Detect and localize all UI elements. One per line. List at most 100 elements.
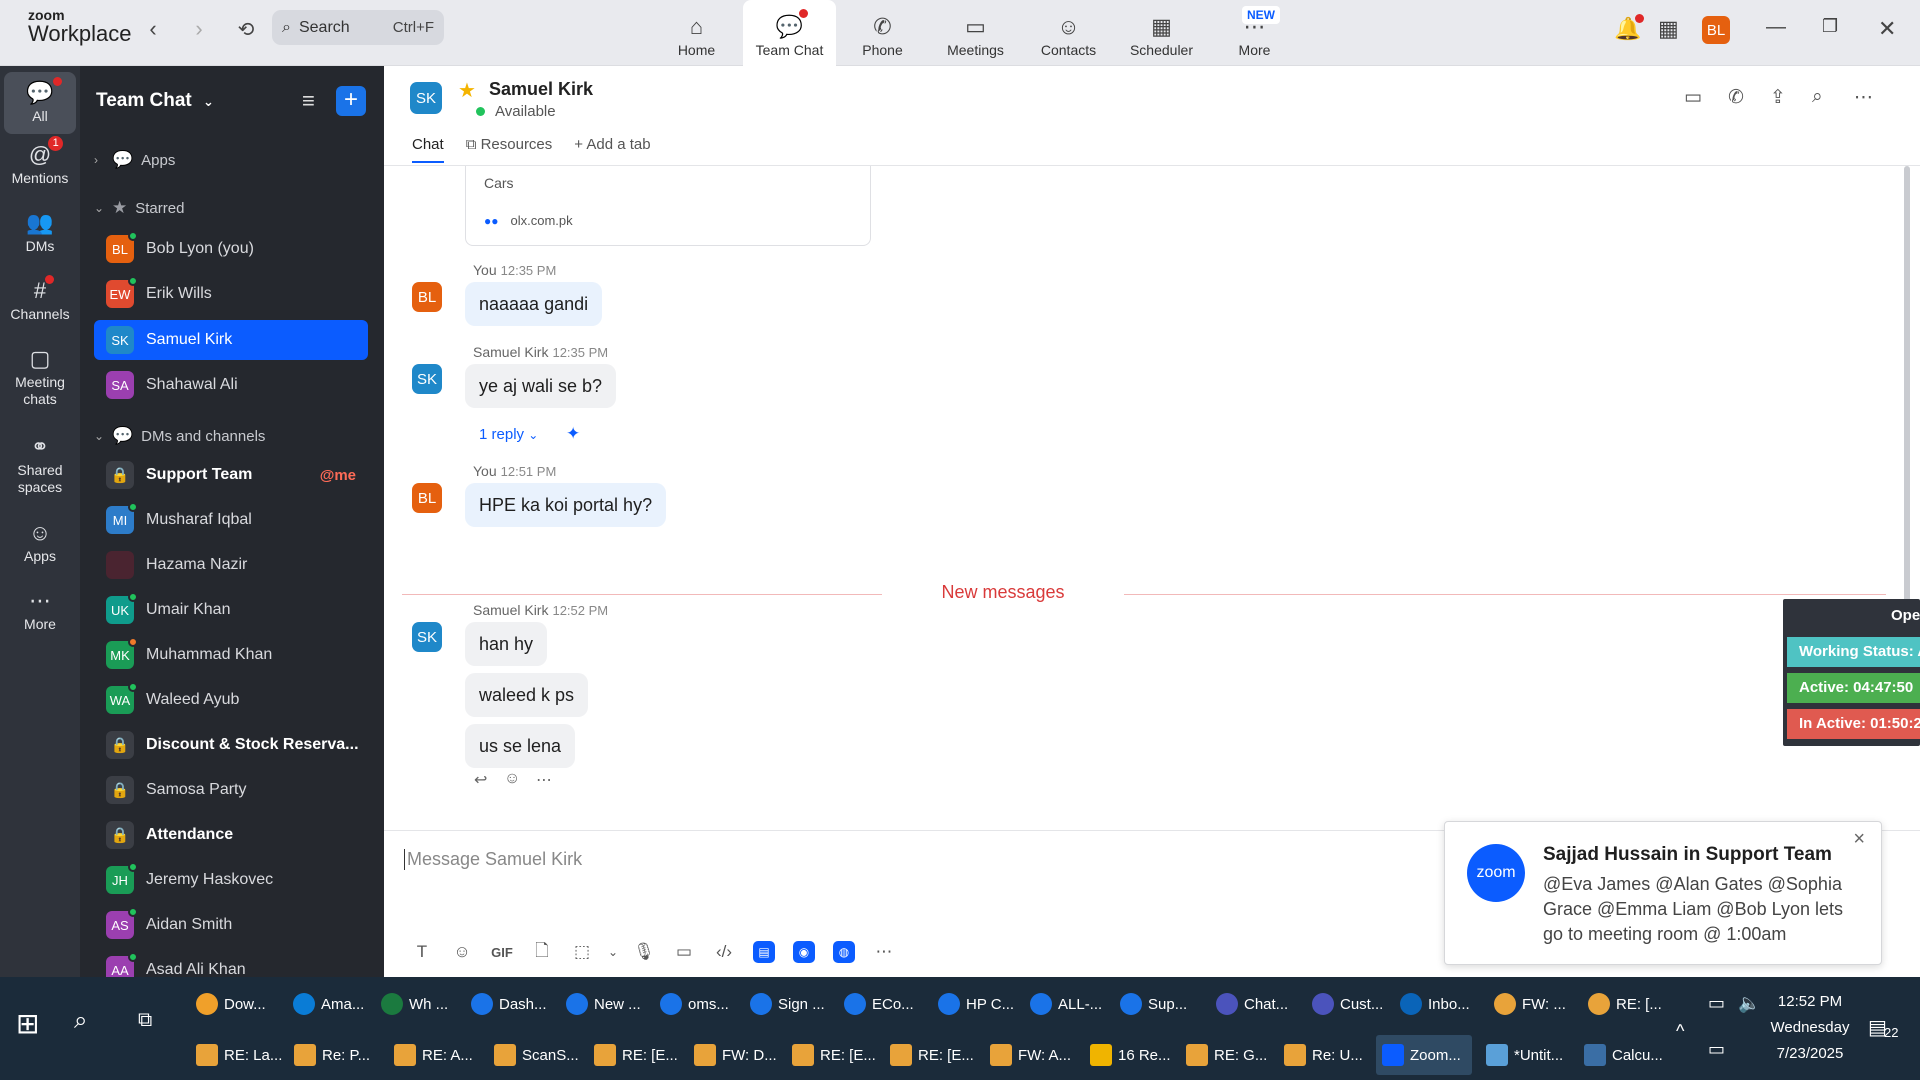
taskbar-app[interactable]: Calcu... (1578, 1035, 1674, 1075)
taskbar-app[interactable]: FW: A... (984, 1035, 1080, 1075)
message-bubble[interactable]: HPE ka koi portal hy? (465, 483, 667, 527)
minimize-icon[interactable]: — (1766, 16, 1786, 39)
rail-meeting-chats[interactable]: ▢ Meeting chats (4, 344, 76, 408)
forward-arrow-icon[interactable]: › (184, 14, 214, 44)
search-icon[interactable]: ⌕ (1812, 86, 1823, 108)
section-starred[interactable]: ⌄ ★ Starred (94, 198, 184, 218)
thread-reply-link[interactable]: 1 reply ⌄ (479, 426, 538, 443)
text-format-icon[interactable]: T (402, 939, 442, 965)
taskbar-app[interactable]: Zoom... (1376, 1035, 1472, 1075)
taskbar-app[interactable]: ScanS... (488, 1035, 584, 1075)
notification-toast[interactable]: zoom Sajjad Hussain in Support Team @Eva… (1444, 821, 1882, 965)
user-avatar[interactable]: BL (1702, 16, 1730, 44)
app-icon-1[interactable]: ▤ (744, 939, 784, 965)
close-icon[interactable]: ✕ (1878, 16, 1896, 42)
sidebar-item-muhammad-khan[interactable]: MK Muhammad Khan (94, 635, 368, 675)
back-arrow-icon[interactable]: ‹ (138, 14, 168, 44)
sidebar-item-erik-wills[interactable]: EW Erik Wills (94, 274, 368, 314)
notification-center-icon[interactable]: ▤ 22 (1868, 1015, 1898, 1040)
tab-meetings[interactable]: ▭ Meetings (929, 0, 1022, 66)
taskbar-app[interactable]: Re: U... (1278, 1035, 1374, 1075)
file-icon[interactable]: 🗋 (522, 939, 562, 965)
sidebar-item-shahawal-ali[interactable]: SA Shahawal Ali (94, 365, 368, 405)
message-input[interactable]: Message Samuel Kirk (404, 849, 582, 870)
more-actions-icon[interactable]: ⋯ (536, 770, 552, 790)
taskbar-app[interactable]: Sup... (1114, 984, 1206, 1024)
app-icon-3[interactable]: ◍ (824, 939, 864, 965)
search-icon[interactable]: ⌕ (74, 1007, 87, 1035)
tab-phone[interactable]: ✆ Phone (836, 0, 929, 66)
chevron-down-icon[interactable]: ⌄ (602, 939, 624, 965)
restore-icon[interactable]: ❐ (1822, 16, 1838, 37)
link-preview-card[interactable]: Cars ●● olx.com.pk (465, 166, 871, 246)
sidebar-item-hazama-nazir[interactable]: Hazama Nazir (94, 545, 368, 585)
more-options-icon[interactable]: ⋯ (1854, 86, 1873, 109)
screenshot-icon[interactable]: ⬚ (562, 939, 602, 965)
taskbar-app[interactable]: RE: [... (1582, 984, 1674, 1024)
taskbar-app[interactable]: ECo... (838, 984, 930, 1024)
sidebar-item-aidan-smith[interactable]: AS Aidan Smith (94, 905, 368, 945)
ai-sparkle-icon[interactable]: ✦ (566, 424, 580, 444)
taskbar-app[interactable]: Sign ... (744, 984, 836, 1024)
sidebar-item-attendance[interactable]: 🔒 Attendance (94, 815, 368, 855)
sidebar-item-umair-khan[interactable]: UK Umair Khan (94, 590, 368, 630)
taskbar-app[interactable]: oms... (654, 984, 746, 1024)
network-icon[interactable]: ▭ (1708, 1039, 1725, 1060)
taskbar-app[interactable]: HP C... (932, 984, 1024, 1024)
message-bubble[interactable]: han hy (465, 622, 548, 666)
sidebar-item-bob-lyon[interactable]: BL Bob Lyon (you) (94, 229, 368, 269)
phone-icon[interactable]: ✆ (1728, 86, 1744, 109)
notification-bell-icon[interactable]: 🔔 (1614, 14, 1645, 42)
taskbar-app[interactable]: Dash... (465, 984, 557, 1024)
message-bubble[interactable]: waleed k ps (465, 673, 589, 717)
task-view-icon[interactable]: ⧉ (138, 1009, 152, 1032)
taskbar-app[interactable]: FW: D... (688, 1035, 784, 1075)
app-icon-2[interactable]: ◉ (784, 939, 824, 965)
message-bubble[interactable]: ye aj wali se b? (465, 364, 617, 408)
taskbar-app[interactable]: Re: P... (288, 1035, 384, 1075)
share-screen-icon[interactable]: ⇪ (1770, 86, 1786, 109)
close-icon[interactable]: × (1853, 828, 1865, 851)
taskbar-app[interactable]: ALL-... (1024, 984, 1116, 1024)
tab-add[interactable]: + Add a tab (574, 136, 650, 163)
sidebar-item-discount-stock[interactable]: 🔒 Discount & Stock Reserva... (94, 725, 368, 765)
system-clock[interactable]: 12:52 PM Wednesday 7/23/2025 (1760, 989, 1860, 1067)
taskbar-app[interactable]: Cust... (1306, 984, 1398, 1024)
sidebar-item-samuel-kirk[interactable]: SK Samuel Kirk (94, 320, 368, 360)
code-icon[interactable]: ‹/› (704, 939, 744, 965)
sidebar-item-jeremy-haskovec[interactable]: JH Jeremy Haskovec (94, 860, 368, 900)
sidebar-item-waleed-ayub[interactable]: WA Waleed Ayub (94, 680, 368, 720)
microphone-icon[interactable]: 🎙 (624, 939, 664, 965)
tab-more[interactable]: ⋯ NEW More (1208, 0, 1301, 66)
message-bubble[interactable]: naaaaa gandi (465, 282, 603, 326)
taskbar-app[interactable]: RE: [E... (786, 1035, 882, 1075)
search-bar[interactable]: ⌕ Search Ctrl+F (272, 10, 444, 45)
tab-chat[interactable]: Chat (412, 136, 444, 163)
rail-mentions[interactable]: @1 Mentions (4, 136, 76, 187)
taskbar-app[interactable]: Inbo... (1394, 984, 1486, 1024)
taskbar-app[interactable]: Dow... (190, 984, 282, 1024)
taskbar-app[interactable]: Chat... (1210, 984, 1302, 1024)
taskbar-app[interactable]: RE: [E... (884, 1035, 980, 1075)
history-icon[interactable]: ⟲ (231, 14, 261, 44)
rail-channels[interactable]: # Channels (4, 275, 76, 323)
sidebar-item-samosa-party[interactable]: 🔒 Samosa Party (94, 770, 368, 810)
tab-scheduler[interactable]: ▦ Scheduler (1115, 0, 1208, 66)
tab-home[interactable]: ⌂ Home (650, 0, 743, 66)
taskbar-app[interactable]: Ama... (287, 984, 379, 1024)
reply-icon[interactable]: ↩ (474, 770, 487, 790)
taskbar-app[interactable]: RE: [E... (588, 1035, 684, 1075)
more-tools-icon[interactable]: ⋯ (864, 939, 904, 965)
rail-shared-spaces[interactable]: ⚭ Shared spaces (4, 432, 76, 496)
taskbar-app[interactable]: Wh ... (375, 984, 467, 1024)
rail-apps[interactable]: ☺ Apps (4, 518, 76, 565)
taskbar-app[interactable]: FW: ... (1488, 984, 1580, 1024)
rail-more[interactable]: ⋯ More (4, 586, 76, 633)
star-icon[interactable]: ★ (458, 78, 476, 103)
gif-icon[interactable]: GIF (482, 939, 522, 965)
sidebar-item-musharaf-iqbal[interactable]: MI Musharaf Iqbal (94, 500, 368, 540)
rail-dms[interactable]: 👥 DMs (4, 208, 76, 255)
sidebar-item-asad-ali-khan[interactable]: AA Asad Ali Khan (94, 950, 368, 977)
rail-all[interactable]: 💬 All (4, 72, 76, 134)
message-bubble[interactable]: us se lena (465, 724, 576, 768)
